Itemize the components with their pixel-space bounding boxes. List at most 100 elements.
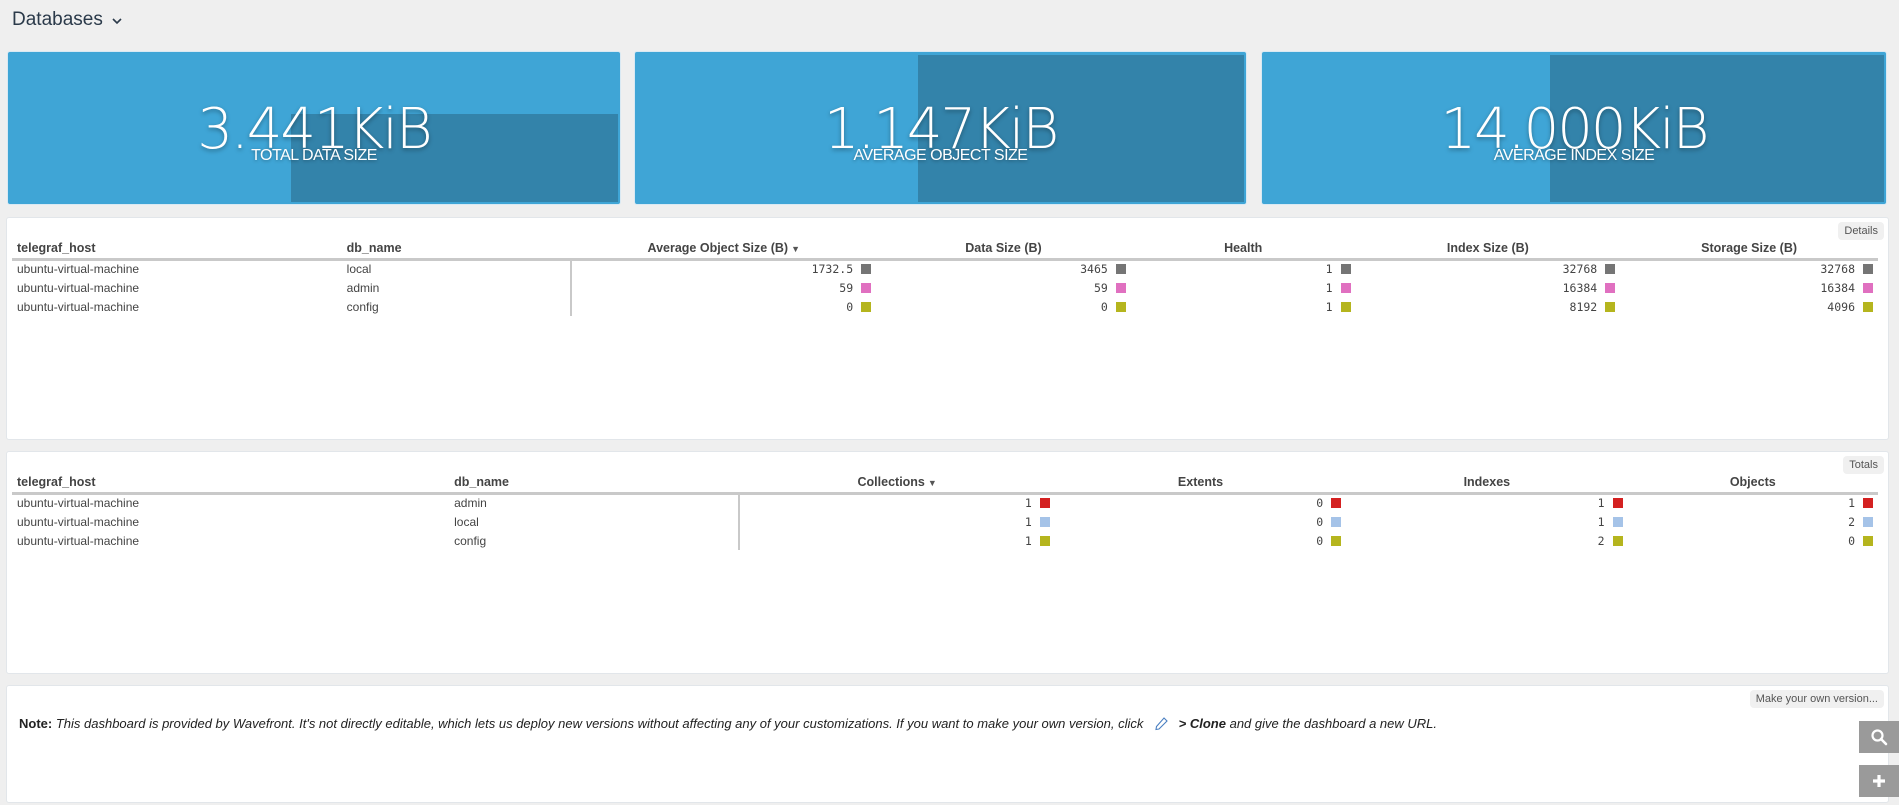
series-color-swatch: [1331, 535, 1342, 546]
series-color-swatch: [1612, 516, 1623, 527]
series-color-swatch: [1863, 516, 1873, 527]
cell-value: 32768: [1562, 262, 1598, 277]
table-row[interactable]: ubuntu-virtual-machine admin 1 0 1 1: [12, 493, 1878, 512]
cell-objects: 0: [1628, 531, 1878, 550]
column-header[interactable]: db_name: [341, 239, 572, 261]
make-own-version-button[interactable]: Make your own version...: [1749, 690, 1884, 708]
cell-db-name: local: [454, 514, 479, 529]
cell-value: 1: [1024, 514, 1032, 529]
series-color-swatch: [1340, 264, 1351, 275]
series-color-swatch: [1863, 282, 1873, 293]
cell-value: 32768: [1820, 262, 1855, 277]
table-row[interactable]: ubuntu-virtual-machine admin 59 59 1 16384 163…: [12, 278, 1878, 297]
sort-desc-icon: ▼: [927, 478, 937, 489]
cell-value: 1: [1325, 262, 1333, 277]
cell-objects: 2: [1628, 512, 1878, 531]
series-color-swatch: [1340, 301, 1351, 312]
column-header[interactable]: Storage Size (B): [1620, 239, 1878, 261]
column-header[interactable]: Health: [1130, 239, 1356, 261]
cell-avg-obj: 1732.5: [570, 259, 877, 278]
add-button[interactable]: [1859, 765, 1899, 797]
column-header[interactable]: Extents: [1054, 473, 1347, 495]
details-table: telegraf_host db_name Average Object Siz…: [12, 239, 1878, 316]
kpi-label: AVERAGE OBJECT SIZE: [853, 147, 1028, 164]
cell-value: 0: [1848, 533, 1855, 548]
note-label: Note:: [19, 716, 53, 731]
kpi-total-data-size[interactable]: 3.441KiB TOTAL DATA SIZE: [7, 51, 621, 205]
plus-icon: [1873, 775, 1885, 787]
cell-storage: 4096: [1620, 297, 1878, 316]
cell-avg-obj: 59: [570, 278, 877, 297]
cell-value: 0: [1100, 299, 1108, 314]
series-color-swatch: [1863, 264, 1873, 275]
cell-telegraf-host: ubuntu-virtual-machine: [17, 299, 140, 314]
search-icon: [1871, 729, 1888, 746]
cell-value: 16384: [1562, 280, 1598, 295]
series-color-swatch: [1331, 498, 1342, 509]
cell-telegraf-host: ubuntu-virtual-machine: [17, 514, 140, 529]
cell-value: 1: [1597, 514, 1605, 529]
cell-value: 2: [1848, 514, 1855, 529]
column-header[interactable]: telegraf_host: [12, 239, 342, 261]
cell-telegraf-host: ubuntu-virtual-machine: [17, 496, 140, 511]
search-button[interactable]: [1859, 721, 1899, 753]
table-row[interactable]: ubuntu-virtual-machine local 1 0 1 2: [12, 512, 1878, 531]
cell-db-name: admin: [346, 280, 380, 295]
dashboard-title-dropdown[interactable]: Databases: [12, 7, 123, 33]
table-row[interactable]: ubuntu-virtual-machine config 0 0 1 8192 4096: [12, 297, 1878, 316]
series-color-swatch: [861, 301, 872, 312]
cell-index: 32768: [1356, 259, 1621, 278]
cell-telegraf-host: ubuntu-virtual-machine: [17, 262, 140, 277]
cell-objects: 1: [1628, 493, 1878, 512]
cell-index: 8192: [1356, 297, 1621, 316]
cell-collections: 1: [738, 493, 1055, 512]
column-header[interactable]: Index Size (B): [1355, 239, 1621, 261]
series-color-swatch: [1863, 301, 1873, 312]
cell-value: 0: [1316, 533, 1324, 548]
pencil-icon[interactable]: [1153, 716, 1169, 732]
series-color-swatch: [1115, 264, 1126, 275]
note-body-end: and give the dashboard a new URL.: [1229, 716, 1438, 731]
details-table-panel: Details telegraf_host db_name Average Ob…: [6, 217, 1889, 440]
cell-health: 1: [1131, 297, 1356, 316]
column-header-sorted[interactable]: Collections ▼: [739, 473, 1055, 495]
cell-value: 59: [1093, 280, 1108, 295]
column-header-sorted[interactable]: Average Object Size (B) ▼: [571, 239, 877, 261]
series-color-swatch: [1612, 498, 1623, 509]
cell-collections: 1: [738, 512, 1055, 531]
note-text: Note: This dashboard is provided by Wave…: [19, 716, 1437, 732]
column-header[interactable]: telegraf_host: [12, 473, 450, 495]
cell-avg-obj: 0: [570, 297, 877, 316]
cell-indexes: 1: [1346, 512, 1627, 531]
series-color-swatch: [1612, 535, 1623, 546]
cell-value: 2: [1597, 533, 1605, 548]
column-header[interactable]: Indexes: [1346, 473, 1628, 495]
cell-indexes: 2: [1346, 531, 1627, 550]
cell-health: 1: [1131, 259, 1356, 278]
cell-collections: 1: [738, 531, 1055, 550]
cell-value: 1: [1024, 533, 1032, 548]
cell-health: 1: [1131, 278, 1356, 297]
cell-value: 59: [839, 280, 854, 295]
kpi-label: TOTAL DATA SIZE: [251, 147, 377, 164]
cell-data: 0: [876, 297, 1131, 316]
chevron-down-icon: [112, 18, 122, 25]
cell-value: 16384: [1820, 280, 1855, 295]
kpi-average-object-size[interactable]: 1.147KiB AVERAGE OBJECT SIZE: [634, 51, 1247, 205]
note-panel: Make your own version...: [6, 685, 1889, 803]
cell-telegraf-host: ubuntu-virtual-machine: [17, 533, 140, 548]
cell-db-name: config: [346, 299, 379, 314]
column-header[interactable]: Data Size (B): [876, 239, 1131, 261]
kpi-average-index-size[interactable]: 14.000KiB AVERAGE INDEX SIZE: [1261, 51, 1887, 205]
cell-value: 1: [1024, 496, 1032, 511]
cell-indexes: 1: [1346, 493, 1627, 512]
table-row[interactable]: ubuntu-virtual-machine local 1732.5 3465 1 32…: [12, 259, 1878, 278]
table-row[interactable]: ubuntu-virtual-machine config 1 0 2 0: [12, 531, 1878, 550]
column-header[interactable]: db_name: [449, 473, 740, 495]
series-color-swatch: [861, 282, 872, 293]
details-button[interactable]: Details: [1838, 222, 1884, 240]
column-header[interactable]: Objects: [1627, 473, 1878, 495]
series-color-swatch: [1039, 516, 1050, 527]
cell-value: 0: [1316, 496, 1324, 511]
totals-button[interactable]: Totals: [1843, 456, 1884, 474]
